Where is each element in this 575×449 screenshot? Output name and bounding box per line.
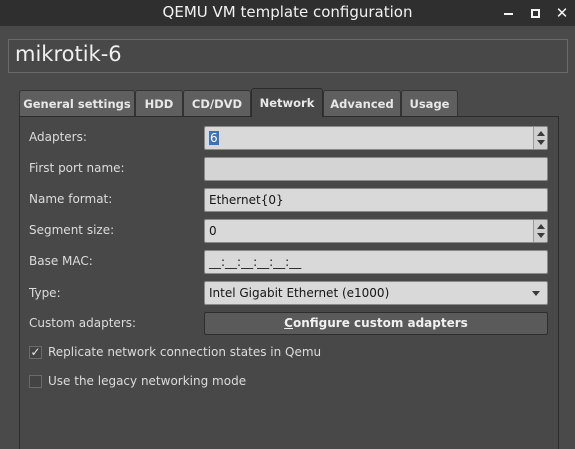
- configure-custom-adapters-button[interactable]: Configure custom adapters: [204, 312, 548, 335]
- maximize-icon: [530, 8, 540, 18]
- mnemonic-letter: C: [284, 316, 293, 330]
- check-icon: ✓: [30, 345, 41, 359]
- adapters-stepper[interactable]: [533, 127, 547, 149]
- close-icon: ✕: [555, 3, 569, 22]
- legacy-networking-row[interactable]: Use the legacy networking mode: [29, 373, 246, 389]
- minimize-button[interactable]: [495, 0, 521, 26]
- configure-button-label: onfigure custom adapters: [292, 316, 468, 330]
- spin-down-icon[interactable]: [537, 140, 545, 145]
- segment-size-value: 0: [209, 224, 217, 238]
- segment-size-stepper[interactable]: [533, 220, 547, 242]
- name-format-label: Name format:: [29, 192, 113, 206]
- tab-hdd[interactable]: HDD: [135, 90, 183, 116]
- title-bar: QEMU VM template configuration ✕: [0, 0, 575, 26]
- base-mac-input[interactable]: __:__:__:__:__:__: [204, 250, 548, 274]
- tab-network[interactable]: Network: [251, 88, 323, 117]
- tab-advanced[interactable]: Advanced: [323, 90, 401, 116]
- replicate-states-checkbox[interactable]: ✓: [29, 345, 42, 359]
- minimize-icon: [503, 13, 513, 15]
- adapters-spinbox[interactable]: 6: [204, 126, 548, 150]
- adapter-type-select[interactable]: Intel Gigabit Ethernet (e1000): [204, 281, 548, 305]
- name-format-input[interactable]: Ethernet{0}: [204, 188, 548, 212]
- type-label: Type:: [29, 286, 61, 300]
- tab-usage[interactable]: Usage: [401, 90, 458, 116]
- vm-name: mikrotik-6: [15, 42, 122, 66]
- close-button[interactable]: ✕: [549, 0, 575, 26]
- spin-down-icon[interactable]: [537, 233, 545, 238]
- tab-cd-dvd[interactable]: CD/DVD: [183, 90, 251, 116]
- legacy-networking-checkbox[interactable]: [29, 374, 42, 388]
- replicate-states-label: Replicate network connection states in Q…: [48, 345, 322, 359]
- window-title: QEMU VM template configuration: [162, 3, 413, 21]
- vm-name-field[interactable]: mikrotik-6: [8, 39, 568, 73]
- adapter-type-value: Intel Gigabit Ethernet (e1000): [209, 286, 390, 300]
- segment-size-spinbox[interactable]: 0: [204, 219, 548, 243]
- first-port-name-input[interactable]: [204, 157, 548, 181]
- adapters-value: 6: [209, 131, 219, 145]
- tab-general-settings[interactable]: General settings: [19, 90, 135, 116]
- base-mac-label: Base MAC:: [29, 254, 93, 268]
- spin-up-icon[interactable]: [537, 224, 545, 229]
- segment-size-label: Segment size:: [29, 223, 115, 237]
- chevron-down-icon: [532, 291, 540, 296]
- replicate-states-row[interactable]: ✓ Replicate network connection states in…: [29, 344, 321, 360]
- custom-adapters-label: Custom adapters:: [29, 316, 137, 330]
- legacy-networking-label: Use the legacy networking mode: [48, 374, 247, 388]
- first-port-name-label: First port name:: [29, 161, 125, 175]
- spin-up-icon[interactable]: [537, 131, 545, 136]
- adapters-label: Adapters:: [29, 130, 87, 144]
- maximize-button[interactable]: [522, 0, 548, 26]
